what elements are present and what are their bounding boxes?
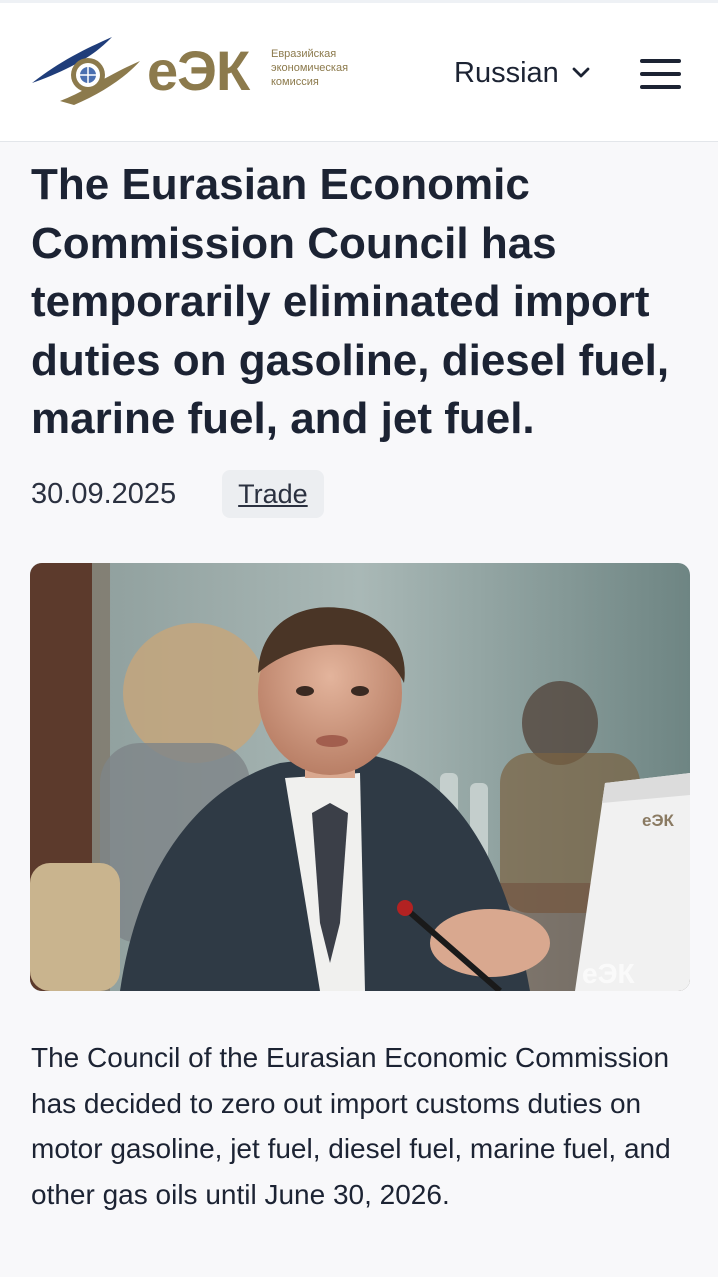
eec-logo[interactable]: еЭК Евразийская экономическая комиссия [30,31,370,111]
article-photo: еЭК еЭК [30,563,690,991]
menu-line [640,85,681,89]
article-date: 30.09.2025 [31,477,177,510]
chevron-down-icon [572,67,590,78]
logo-caption-line: комиссия [271,76,319,88]
logo-caption-line: экономическая [271,62,349,74]
menu-line [640,59,681,63]
language-selector[interactable]: Russian [454,53,591,93]
logo-wordmark: еЭК [147,39,250,102]
article-photo-illustration: еЭК еЭК [30,563,690,991]
article-meta: 30.09.2025 Trade [31,470,324,518]
category-tag[interactable]: Trade [222,470,324,518]
language-label: Russian [454,56,559,89]
photo-watermark: еЭК [582,958,635,989]
article-title: The Eurasian Economic Commission Council… [31,160,670,443]
eec-emblem-icon [32,37,140,105]
monitor-logo: еЭК [642,811,675,830]
hamburger-menu-icon[interactable] [640,57,682,91]
article-body: The Council of the Eurasian Economic Com… [31,1042,671,1210]
logo-caption: Евразийская экономическая комиссия [271,47,371,89]
logo-caption-line: Евразийская [271,48,337,60]
menu-line [640,72,681,76]
site-header: еЭК Евразийская экономическая комиссия R… [0,0,718,142]
